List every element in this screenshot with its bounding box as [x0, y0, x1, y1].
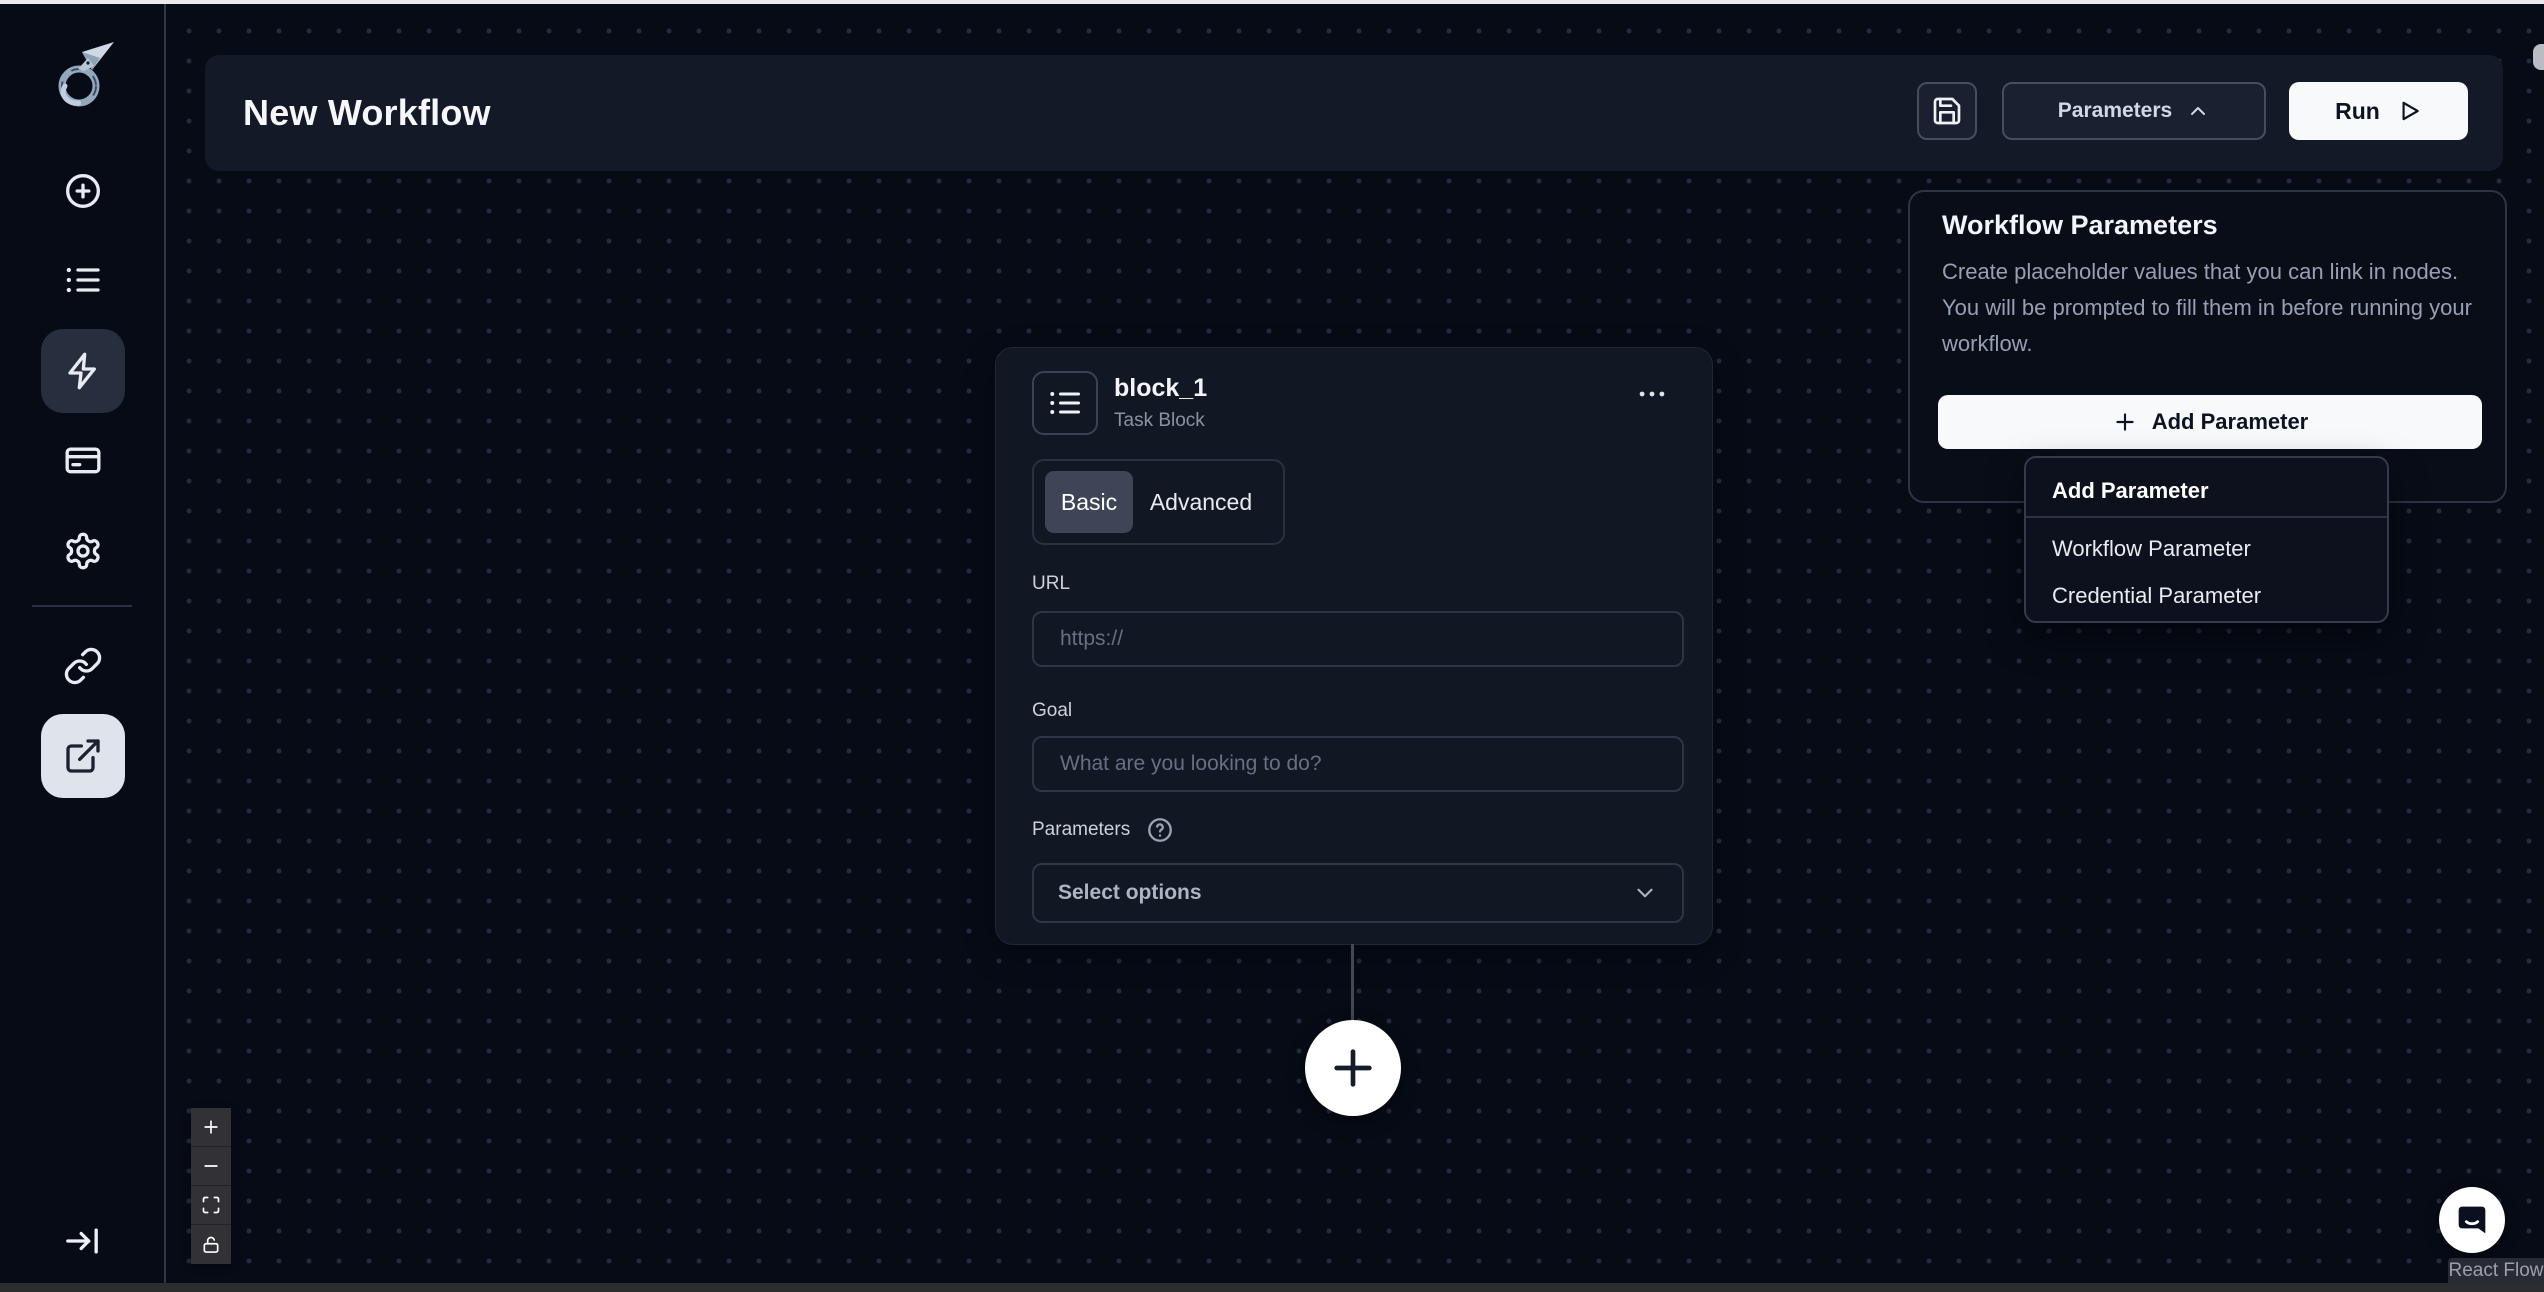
sidebar-item-settings[interactable]	[41, 509, 125, 593]
sidebar-divider	[32, 605, 132, 607]
plus-icon	[1325, 1040, 1381, 1096]
gear-icon	[63, 531, 103, 571]
chevron-up-icon	[2186, 99, 2210, 123]
panel-description: Create placeholder values that you can l…	[1942, 259, 2472, 356]
credit-card-icon	[63, 440, 103, 480]
list-icon	[63, 260, 103, 300]
dropdown-header: Add Parameter	[2052, 478, 2209, 503]
select-placeholder: Select options	[1058, 881, 1202, 904]
lightning-icon	[63, 351, 103, 391]
task-block-node[interactable]: block_1 Task Block Basic Advanced URL Go…	[995, 347, 1713, 945]
workflow-editor-screen: New Workflow Parameters Run block_1 Task…	[0, 0, 2544, 1292]
run-button[interactable]: Run	[2289, 82, 2468, 140]
lock-icon	[201, 1235, 221, 1255]
chat-bubble-icon	[2452, 1200, 2492, 1240]
parameters-toggle-button[interactable]: Parameters	[2002, 82, 2266, 140]
parameters-select[interactable]: Select options	[1032, 863, 1684, 923]
add-parameter-button-label: Add Parameter	[2151, 409, 2309, 434]
node-title: block_1	[1114, 374, 1208, 402]
external-link-icon	[63, 736, 103, 776]
tab-advanced[interactable]: Advanced	[1133, 471, 1269, 533]
react-flow-attribution: React Flow	[2448, 1258, 2544, 1283]
sidebar-item-credentials[interactable]	[41, 418, 125, 502]
goal-input[interactable]	[1032, 736, 1684, 792]
add-parameter-dropdown: Add Parameter Workflow Parameter Credent…	[2024, 456, 2389, 623]
sidebar-expand-button[interactable]	[55, 1214, 109, 1268]
node-type-label: Task Block	[1114, 410, 1205, 431]
sidebar-item-create[interactable]	[41, 149, 125, 233]
minus-icon	[201, 1156, 221, 1176]
parameters-button-label: Parameters	[2057, 99, 2173, 122]
plus-icon	[201, 1117, 221, 1137]
maximize-icon	[201, 1195, 221, 1215]
ellipsis-icon	[1635, 377, 1669, 411]
zoom-out-button[interactable]	[191, 1147, 231, 1186]
menu-item-workflow-parameter[interactable]: Workflow Parameter	[2026, 524, 2387, 573]
fit-view-button[interactable]	[191, 1186, 231, 1225]
node-type-icon-box	[1032, 371, 1098, 435]
parameters-label: Parameters	[1032, 819, 1131, 840]
play-icon	[2396, 98, 2422, 124]
topbar: New Workflow Parameters Run	[205, 55, 2503, 171]
sidebar-item-workflows[interactable]	[41, 329, 125, 413]
lock-button[interactable]	[191, 1225, 231, 1264]
plus-circle-icon	[63, 171, 103, 211]
node-tabs: Basic Advanced	[1032, 459, 1285, 545]
add-parameter-button[interactable]: Add Parameter	[1938, 395, 2482, 449]
node-menu-button[interactable]	[1624, 374, 1680, 414]
node-connector-edge	[1351, 944, 1354, 1022]
run-button-label: Run	[2335, 97, 2380, 124]
add-node-button[interactable]	[1305, 1020, 1401, 1116]
url-input[interactable]	[1032, 611, 1684, 667]
sidebar-item-external[interactable]	[41, 714, 125, 798]
chevron-down-icon	[1632, 880, 1658, 906]
page-title: New Workflow	[243, 92, 491, 133]
sidebar-item-runs[interactable]	[41, 238, 125, 322]
arrow-right-to-line-icon	[62, 1221, 102, 1261]
list-icon	[1047, 385, 1083, 421]
tab-basic[interactable]: Basic	[1045, 471, 1133, 533]
link-icon	[63, 646, 103, 686]
zoom-in-button[interactable]	[191, 1108, 231, 1147]
save-button[interactable]	[1917, 82, 1977, 140]
help-circle-icon[interactable]	[1146, 816, 1174, 844]
parameters-label-row: Parameters	[1032, 816, 1174, 844]
floppy-disk-icon	[1931, 95, 1963, 127]
goal-label: Goal	[1032, 700, 1073, 721]
chat-widget-button[interactable]	[2439, 1187, 2505, 1253]
canvas-controls	[191, 1108, 231, 1264]
plus-icon	[2112, 409, 2138, 435]
panel-title: Workflow Parameters	[1942, 210, 2218, 240]
url-label: URL	[1032, 573, 1071, 594]
window-bottom-edge	[0, 1283, 2544, 1292]
sidebar	[0, 4, 166, 1283]
sidebar-item-integrations[interactable]	[41, 624, 125, 708]
menu-item-credential-parameter[interactable]: Credential Parameter	[2026, 571, 2387, 620]
app-logo-dragon-icon	[48, 38, 118, 116]
dropdown-divider	[2026, 516, 2387, 518]
scrollbar-handle[interactable]	[2533, 44, 2544, 70]
